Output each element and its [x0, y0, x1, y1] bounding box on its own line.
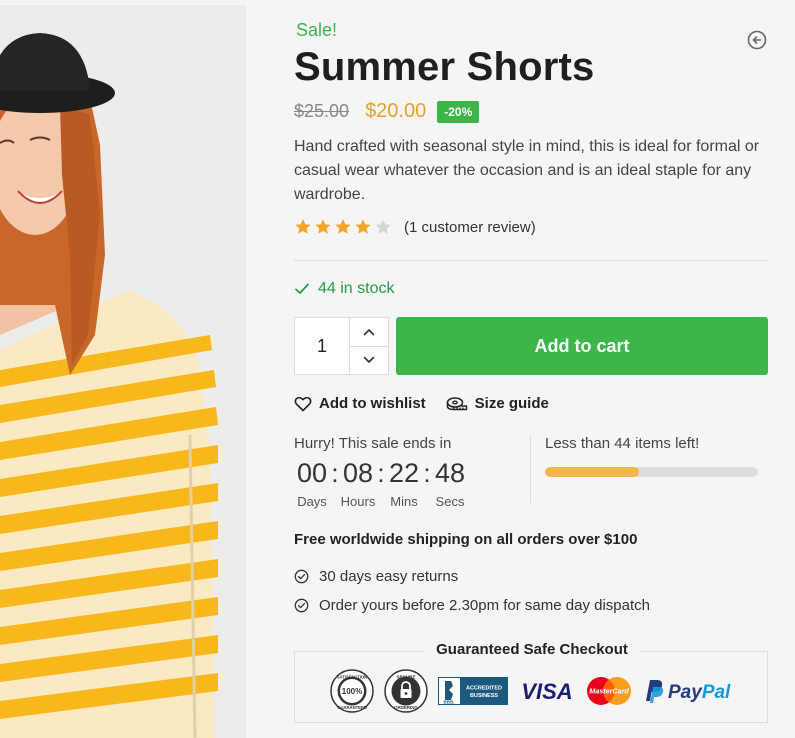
divider: [294, 260, 768, 261]
star-filled-icon: [355, 219, 371, 234]
seal-top-text: SECURE: [396, 675, 415, 680]
days-caption: Days: [297, 494, 327, 509]
feature-text: Order yours before 2.30pm for same day d…: [319, 597, 650, 614]
paypal-pal: Pal: [702, 682, 731, 703]
checkmark-icon: [295, 283, 309, 294]
sale-countdown: Hurry! This sale ends in 00 Days : 08 Ho…: [294, 435, 768, 510]
heart-outline-icon: [294, 396, 312, 411]
product-image[interactable]: [0, 5, 246, 738]
visa-text: VISA: [521, 679, 572, 704]
bbb-accredited: ACCREDITED: [466, 686, 502, 692]
hours-caption: Hours: [340, 494, 376, 509]
bbb-business: BUSINESS: [470, 693, 498, 699]
satisfaction-guaranteed-seal: SATISFACTION 100% GUARANTEED: [330, 669, 374, 713]
star-rating[interactable]: [294, 218, 392, 236]
chevron-down-icon: [363, 356, 375, 364]
visa-logo: VISA: [521, 679, 572, 704]
product-title: Summer Shorts: [294, 45, 595, 89]
arrow-left-circle-icon[interactable]: [746, 29, 768, 51]
countdown-label: Hurry! This sale ends in: [294, 435, 452, 452]
colon-separator: :: [331, 458, 339, 488]
quantity-arrows: [350, 318, 388, 374]
quantity-stepper[interactable]: 1: [294, 317, 389, 375]
review-count-link[interactable]: (1 customer review): [404, 219, 536, 236]
countdown-secs: 48 Secs: [432, 458, 468, 509]
add-to-cart-button[interactable]: Add to cart: [396, 317, 768, 375]
colon-separator: :: [377, 458, 385, 488]
product-photo-illustration: [0, 5, 246, 738]
seal-bottom-text: ORDERING: [394, 705, 418, 710]
check-circle-icon: [294, 569, 309, 584]
wishlist-label: Add to wishlist: [319, 395, 426, 412]
mastercard-text: MasterCard: [589, 687, 629, 696]
secs-value: 48: [434, 458, 466, 488]
stock-status: 44 in stock: [294, 280, 394, 298]
sale-label: Sale!: [296, 20, 338, 40]
safe-checkout-title: Guaranteed Safe Checkout: [424, 641, 640, 658]
stock-progress-label: Less than 44 items left!: [545, 435, 700, 452]
colon-separator: :: [423, 458, 431, 488]
size-guide-link[interactable]: Size guide: [446, 395, 549, 412]
size-guide-label: Size guide: [474, 395, 549, 412]
tape-measure-icon: [446, 396, 467, 410]
star-empty-icon: [375, 219, 391, 234]
feature-dispatch: Order yours before 2.30pm for same day d…: [294, 597, 650, 614]
countdown-timer-block: Hurry! This sale ends in 00 Days : 08 Ho…: [294, 435, 530, 509]
stock-progress-fill: [545, 467, 639, 477]
product-description: Hand crafted with seasonal style in mind…: [294, 138, 760, 203]
chevron-up-icon: [363, 328, 375, 336]
shipping-headline: Free worldwide shipping on all orders ov…: [294, 531, 638, 548]
days-value: 00: [296, 458, 328, 488]
paypal-pay: Pay: [668, 682, 703, 703]
safe-checkout-box: Guaranteed Safe Checkout SATISFACTION 10…: [294, 641, 768, 723]
check-circle-icon: [294, 598, 309, 613]
stock-progress-block: Less than 44 items left!: [545, 435, 759, 477]
add-to-wishlist-link[interactable]: Add to wishlist: [294, 395, 426, 412]
vertical-divider: [530, 435, 531, 503]
seal-percent: 100%: [342, 687, 362, 696]
star-filled-icon: [315, 219, 331, 234]
price-row: $25.00 $20.00 -20%: [294, 100, 480, 123]
star-filled-icon: [295, 219, 311, 234]
countdown-mins: 22 Mins: [386, 458, 422, 509]
countdown-days: 00 Days: [294, 458, 330, 509]
countdown-timer: 00 Days : 08 Hours : 22 Mins : 48 Secs: [294, 458, 530, 509]
mins-caption: Mins: [390, 494, 418, 509]
bbb-accredited-badge: BBB. ACCREDITED BUSINESS: [438, 677, 508, 705]
secs-caption: Secs: [435, 494, 465, 509]
hours-value: 08: [342, 458, 374, 488]
secure-ordering-seal: SECURE ORDERING: [384, 669, 428, 713]
feature-text: 30 days easy returns: [319, 568, 459, 585]
secondary-actions: Add to wishlist Size guide: [294, 395, 549, 412]
sale-price: $20.00: [365, 100, 427, 122]
bbb-text: BBB.: [444, 700, 455, 705]
star-filled-icon: [335, 219, 351, 234]
stock-text: 44 in stock: [318, 280, 395, 297]
feature-returns: 30 days easy returns: [294, 568, 458, 585]
old-price: $25.00: [294, 101, 350, 121]
safe-checkout-heading: Guaranteed Safe Checkout: [295, 641, 769, 659]
paypal-wordmark: PayPal: [668, 682, 731, 703]
countdown-hours: 08 Hours: [340, 458, 376, 509]
paypal-logo: PayPal: [646, 680, 731, 703]
rating-row: (1 customer review): [294, 218, 536, 236]
mastercard-logo: MasterCard: [587, 677, 631, 705]
stock-progress-bar: [545, 467, 758, 477]
seal-bottom-text: GUARANTEED: [337, 705, 367, 710]
quantity-input[interactable]: 1: [295, 318, 350, 374]
payment-badges: SATISFACTION 100% GUARANTEED SECURE ORDE…: [330, 669, 738, 713]
quantity-increase-button[interactable]: [350, 318, 388, 347]
quantity-decrease-button[interactable]: [350, 347, 388, 375]
mins-value: 22: [388, 458, 420, 488]
discount-badge: -20%: [437, 100, 480, 123]
seal-top-text: SATISFACTION: [337, 675, 367, 680]
